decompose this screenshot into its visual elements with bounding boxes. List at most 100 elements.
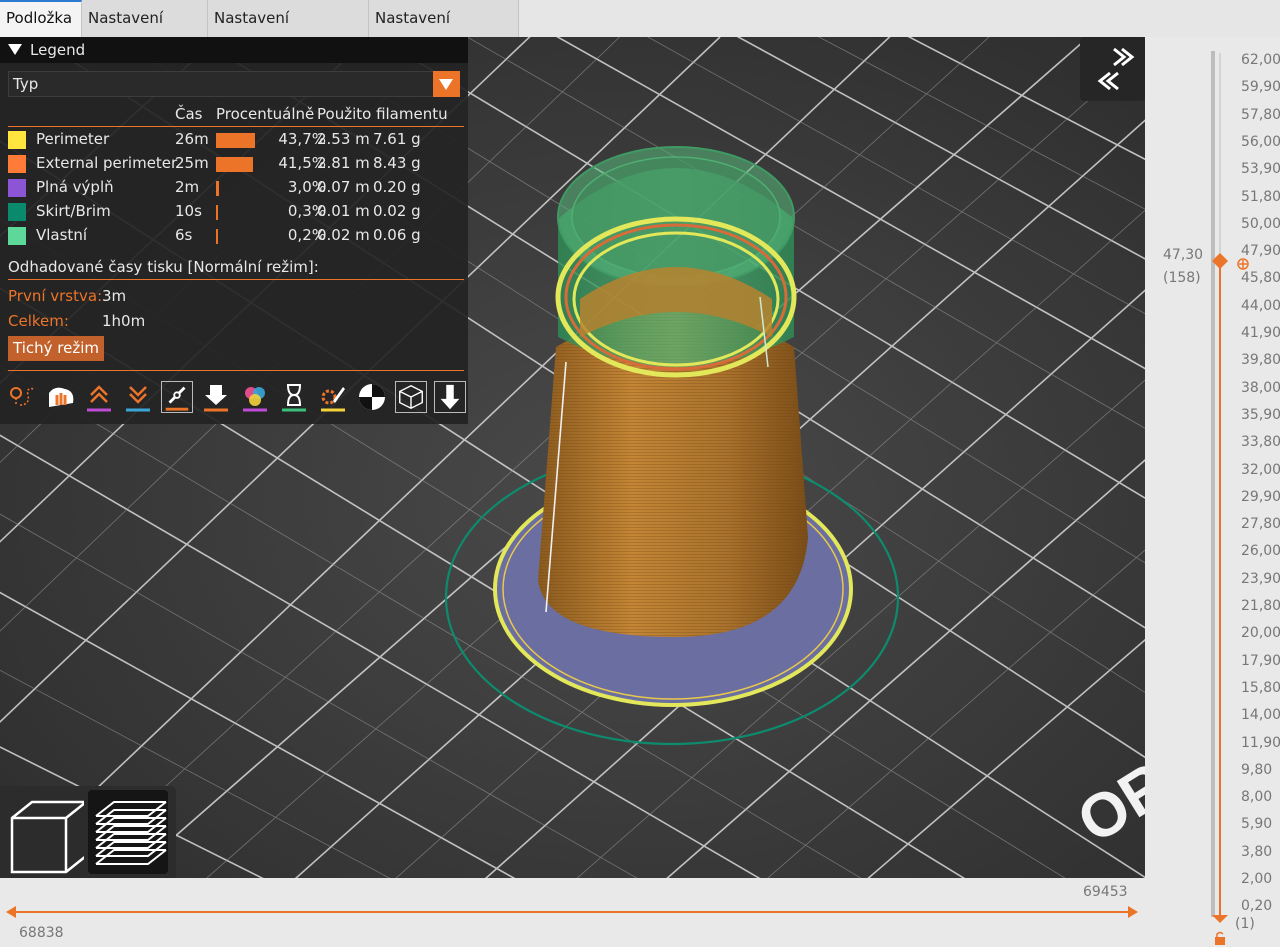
column-time: Čas bbox=[175, 105, 203, 123]
tool-changes-icon[interactable] bbox=[200, 381, 232, 413]
feature-length: 0.01 m bbox=[317, 202, 370, 220]
height-tick-label: 32,00 bbox=[1241, 461, 1280, 478]
pause-prints-icon[interactable] bbox=[278, 381, 310, 413]
legend-panel: Legend Typ Čas Procentuálně Použito fila… bbox=[0, 37, 468, 424]
height-tick-label: 8,00 bbox=[1241, 789, 1273, 806]
vertical-layer-slider: 47,30 (158) 62,00 59,90 57,80 56,00 53,90 51,… bbox=[1145, 37, 1280, 947]
feature-percent: 0,2% bbox=[287, 226, 326, 244]
tab-plater[interactable]: Podložka bbox=[0, 0, 82, 37]
feature-time: 10s bbox=[175, 202, 202, 220]
height-tick-label: 27,80 bbox=[1241, 516, 1280, 533]
cube-icon bbox=[10, 800, 88, 874]
legend-row[interactable]: External perimeter 25m 41,5% 2.81 m 8.43 g bbox=[8, 153, 464, 175]
height-tick-label: 59,90 bbox=[1241, 79, 1280, 96]
travel-icon[interactable] bbox=[6, 381, 38, 413]
feature-weight: 0.02 g bbox=[373, 202, 421, 220]
horizontal-slider-track[interactable] bbox=[6, 902, 1138, 922]
wipe-icon[interactable] bbox=[45, 381, 77, 413]
color-swatch bbox=[8, 131, 26, 149]
collapse-sidebar-button[interactable] bbox=[1080, 37, 1145, 101]
height-tick-label: 62,00 bbox=[1241, 52, 1280, 68]
lock-icon[interactable] bbox=[1213, 931, 1227, 945]
height-tick-label: 20,00 bbox=[1241, 625, 1280, 642]
height-tick-label: 44,00 bbox=[1241, 297, 1280, 314]
tab-filament-settings[interactable]: Nastavení filamentu bbox=[208, 0, 369, 64]
height-tick-label: 38,00 bbox=[1241, 379, 1280, 396]
add-color-change-icon[interactable] bbox=[1236, 257, 1250, 271]
tab-print-settings[interactable]: Nastavení tisku bbox=[82, 0, 208, 64]
height-tick-label: 33,80 bbox=[1241, 434, 1280, 451]
legend-row[interactable]: Plná výplň 2m 3,0% 0.07 m 0.20 g bbox=[8, 177, 464, 199]
bottom-layer-label: (1) bbox=[1235, 916, 1255, 932]
height-tick-label: 5,90 bbox=[1241, 816, 1273, 833]
feature-length: 0.02 m bbox=[317, 226, 370, 244]
height-tick-label: 11,90 bbox=[1241, 734, 1280, 751]
legend-header[interactable]: Legend bbox=[0, 37, 468, 63]
color-swatch bbox=[8, 155, 26, 173]
height-tick-label: 29,90 bbox=[1241, 488, 1280, 505]
tool-marker-icon[interactable] bbox=[434, 381, 466, 413]
divider bbox=[8, 279, 464, 280]
height-tick-label: 15,80 bbox=[1241, 679, 1280, 696]
height-tick-label: 9,80 bbox=[1241, 761, 1273, 778]
shells-icon[interactable] bbox=[395, 381, 427, 413]
total-label: Celkem: bbox=[8, 312, 69, 330]
double-chevron-icon bbox=[1097, 47, 1135, 91]
feature-weight: 0.20 g bbox=[373, 178, 421, 196]
estimated-times-title: Odhadované časy tisku [Normální režim]: bbox=[8, 258, 319, 276]
view-type-select[interactable]: Typ bbox=[8, 71, 460, 97]
first-layer-label: První vrstva: bbox=[8, 287, 103, 305]
height-tick-label: 47,90 bbox=[1241, 243, 1280, 260]
feature-percent: 43,7% bbox=[278, 130, 326, 148]
layers-icon bbox=[95, 801, 167, 865]
height-tick-label: 3,80 bbox=[1241, 843, 1273, 860]
tab-printer-settings[interactable]: Nastavení tiskárny bbox=[369, 0, 519, 64]
slider-upper-value: 69453 bbox=[1083, 884, 1128, 900]
percent-bar bbox=[216, 181, 219, 196]
feature-percent: 3,0% bbox=[287, 178, 326, 196]
height-tick-label: 56,00 bbox=[1241, 133, 1280, 150]
height-tick-label: 0,20 bbox=[1241, 898, 1273, 915]
height-tick-label: 41,90 bbox=[1241, 325, 1280, 341]
height-tick-label: 53,90 bbox=[1241, 161, 1280, 178]
deretractions-icon[interactable] bbox=[122, 381, 154, 413]
dropdown-arrow-icon[interactable] bbox=[433, 71, 460, 97]
silent-mode-button[interactable]: Tichý režim bbox=[8, 336, 104, 361]
current-height-label: 47,30 bbox=[1163, 247, 1204, 263]
center-of-gravity-icon[interactable] bbox=[356, 381, 388, 413]
height-tick-label: 45,80 bbox=[1241, 270, 1280, 287]
percent-bar bbox=[216, 205, 218, 220]
custom-gcodes-icon[interactable] bbox=[317, 381, 349, 413]
3d-view-button[interactable] bbox=[4, 790, 88, 874]
height-tick-label: 57,80 bbox=[1241, 106, 1280, 123]
height-tick-label: 51,80 bbox=[1241, 188, 1280, 205]
slider-lower-value: 68838 bbox=[19, 925, 64, 941]
retractions-icon[interactable] bbox=[83, 381, 115, 413]
collapse-triangle-icon bbox=[8, 44, 22, 55]
height-tick-label: 17,90 bbox=[1241, 652, 1280, 669]
feature-length: 2.81 m bbox=[317, 154, 370, 172]
divider bbox=[8, 126, 464, 127]
vertical-slider-track[interactable] bbox=[1205, 51, 1235, 931]
color-swatch bbox=[8, 179, 26, 197]
feature-time: 25m bbox=[175, 154, 209, 172]
legend-row[interactable]: Skirt/Brim 10s 0,3% 0.01 m 0.02 g bbox=[8, 201, 464, 223]
color-changes-icon[interactable] bbox=[239, 381, 271, 413]
left-thumb-icon bbox=[6, 906, 16, 918]
right-thumb-icon bbox=[1128, 906, 1138, 918]
horizontal-move-slider: 69453 68838 bbox=[0, 878, 1145, 947]
view-type-value: Typ bbox=[13, 75, 39, 93]
legend-row[interactable]: Vlastní 6s 0,2% 0.02 m 0.06 g bbox=[8, 225, 464, 247]
height-tick-label: 2,00 bbox=[1241, 871, 1273, 887]
feature-length: 0.07 m bbox=[317, 178, 370, 196]
feature-label: Vlastní bbox=[36, 226, 87, 244]
divider bbox=[8, 370, 464, 371]
feature-label: Perimeter bbox=[36, 130, 110, 148]
height-tick-label: 26,00 bbox=[1241, 543, 1280, 560]
feature-label: Skirt/Brim bbox=[36, 202, 111, 220]
legend-row[interactable]: Perimeter 26m 43,7% 2.53 m 7.61 g bbox=[8, 129, 464, 151]
current-layer-label: (158) bbox=[1163, 270, 1201, 286]
column-used-filament: Použito filamentu bbox=[317, 105, 448, 123]
preview-layers-button[interactable] bbox=[88, 790, 168, 874]
seams-icon[interactable] bbox=[161, 381, 193, 413]
